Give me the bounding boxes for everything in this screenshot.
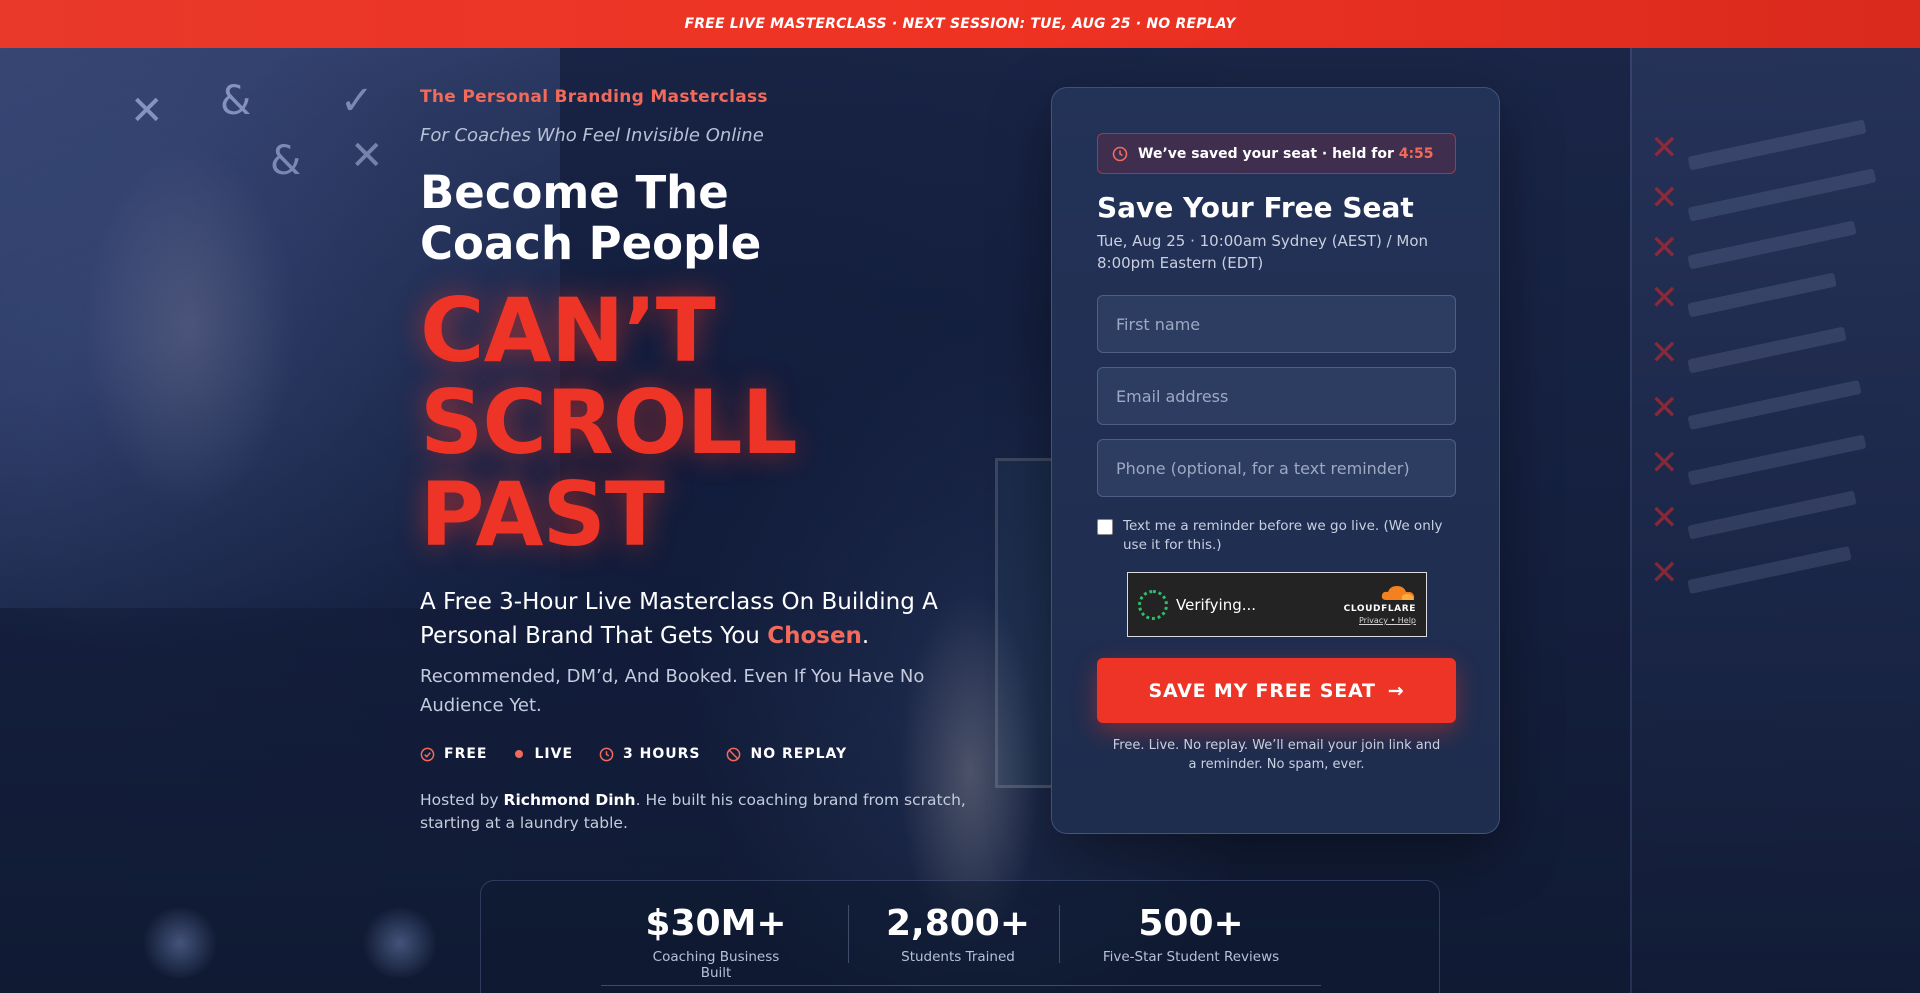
badge-label: LIVE (534, 746, 574, 762)
stat-label: Students Trained (901, 949, 1015, 965)
stat-divider (1059, 905, 1060, 963)
badge-duration: 3 HOURS (599, 746, 700, 762)
lead-accent-word: Chosen (767, 623, 862, 649)
headline-line: Become The (420, 166, 729, 219)
cloudflare-branding: CLOUDFLARE Privacy • Help (1344, 584, 1416, 625)
form-title: Save Your Free Seat (1097, 191, 1414, 224)
sms-reminder-option: Text me a reminder before we go live. (W… (1097, 517, 1457, 555)
stat-label: Coaching Business Built (652, 949, 780, 981)
headline-emphasis-line: SCROLL (420, 371, 798, 474)
stat-label: Five-Star Student Reviews (1102, 949, 1280, 965)
cloudflare-wordmark: CLOUDFLARE (1343, 604, 1416, 614)
badge-free: FREE (420, 746, 487, 762)
sms-reminder-checkbox[interactable] (1097, 519, 1113, 535)
submit-label: SAVE MY FREE SEAT (1148, 679, 1376, 702)
live-dot-icon (513, 748, 525, 760)
stat-value: 500+ (1138, 903, 1244, 944)
link-separator: • (1390, 616, 1396, 625)
host-prefix: Hosted by (420, 791, 504, 809)
timer-label: We’ve saved your seat · held for (1138, 145, 1399, 162)
stat-value: $30M+ (645, 903, 787, 944)
host-name: Richmond Dinh (503, 791, 636, 809)
headline-emphasis: CAN’T SCROLL PAST (420, 285, 940, 561)
stat-reviews: 500+ Five-Star Student Reviews (1091, 903, 1291, 965)
headline-emphasis-line: PAST (420, 463, 665, 566)
cloud-icon (1381, 586, 1415, 600)
stat-divider (848, 905, 849, 963)
timer-text: We’ve saved your seat · held for 4:55 (1138, 146, 1434, 162)
privacy-link[interactable]: Privacy (1359, 616, 1388, 625)
stats-bar: $30M+ Coaching Business Built 2,800+ Stu… (480, 880, 1440, 993)
arrow-right-icon: → (1387, 679, 1405, 702)
cloudflare-links: Privacy • Help (1359, 616, 1416, 625)
spinner-icon (1138, 589, 1168, 620)
timer-countdown: 4:55 (1398, 145, 1434, 162)
lead-text-end: . (861, 623, 870, 649)
badge-live: LIVE (513, 746, 573, 762)
cloudflare-logo (1380, 584, 1416, 602)
phone-input[interactable] (1097, 439, 1456, 497)
badge-no-replay: NO REPLAY (726, 746, 847, 762)
eyebrow-title: The Personal Branding Masterclass (420, 87, 768, 107)
feature-badges: FREE LIVE 3 HOURS NO REPLAY (420, 746, 847, 762)
clock-icon (599, 747, 614, 762)
check-circle-icon (420, 747, 435, 762)
headline-line: Coach People (420, 217, 762, 270)
stats-divider-line (601, 985, 1321, 986)
cloudflare-captcha-widget[interactable]: Verifying... CLOUDFLARE Privacy • Help (1127, 572, 1427, 637)
session-date: Tue, Aug 25 · 10:00am Sydney (AEST) / Mo… (1097, 232, 1429, 272)
badge-label: FREE (444, 746, 488, 762)
registration-form-card: We’ve saved your seat · held for 4:55 Sa… (1051, 87, 1500, 834)
headline: Become The Coach People (420, 167, 980, 269)
stat-students: 2,800+ Students Trained (858, 903, 1058, 965)
lead-paragraph: A Free 3-Hour Live Masterclass On Buildi… (420, 585, 990, 653)
email-input[interactable] (1097, 367, 1456, 425)
stat-revenue: $30M+ Coaching Business Built (641, 903, 791, 981)
seat-hold-timer: We’ve saved your seat · held for 4:55 (1097, 133, 1456, 174)
top-announcement-banner: FREE LIVE MASTERCLASS · NEXT SESSION: TU… (0, 0, 1920, 48)
sub-lead-paragraph: Recommended, DM’d, And Booked. Even If Y… (420, 666, 925, 716)
sms-reminder-label[interactable]: Text me a reminder before we go live. (W… (1123, 517, 1457, 555)
banner-text: FREE LIVE MASTERCLASS · NEXT SESSION: TU… (684, 16, 1236, 32)
headline-emphasis-line: CAN’T (420, 279, 716, 382)
save-free-seat-button[interactable]: SAVE MY FREE SEAT → (1097, 658, 1456, 723)
stat-value: 2,800+ (885, 903, 1031, 944)
captcha-status: Verifying... (1176, 595, 1257, 614)
host-bio: Hosted by Richmond Dinh. He built his co… (420, 789, 990, 835)
help-link[interactable]: Help (1398, 616, 1416, 625)
clock-icon (1112, 146, 1128, 162)
first-name-input[interactable] (1097, 295, 1456, 353)
audience-subtitle: For Coaches Who Feel Invisible Online (420, 125, 764, 146)
no-replay-icon (726, 747, 741, 762)
form-disclaimer: Free. Live. No replay. We’ll email your … (1112, 738, 1441, 772)
badge-label: NO REPLAY (750, 746, 848, 762)
badge-label: 3 HOURS (623, 746, 701, 762)
